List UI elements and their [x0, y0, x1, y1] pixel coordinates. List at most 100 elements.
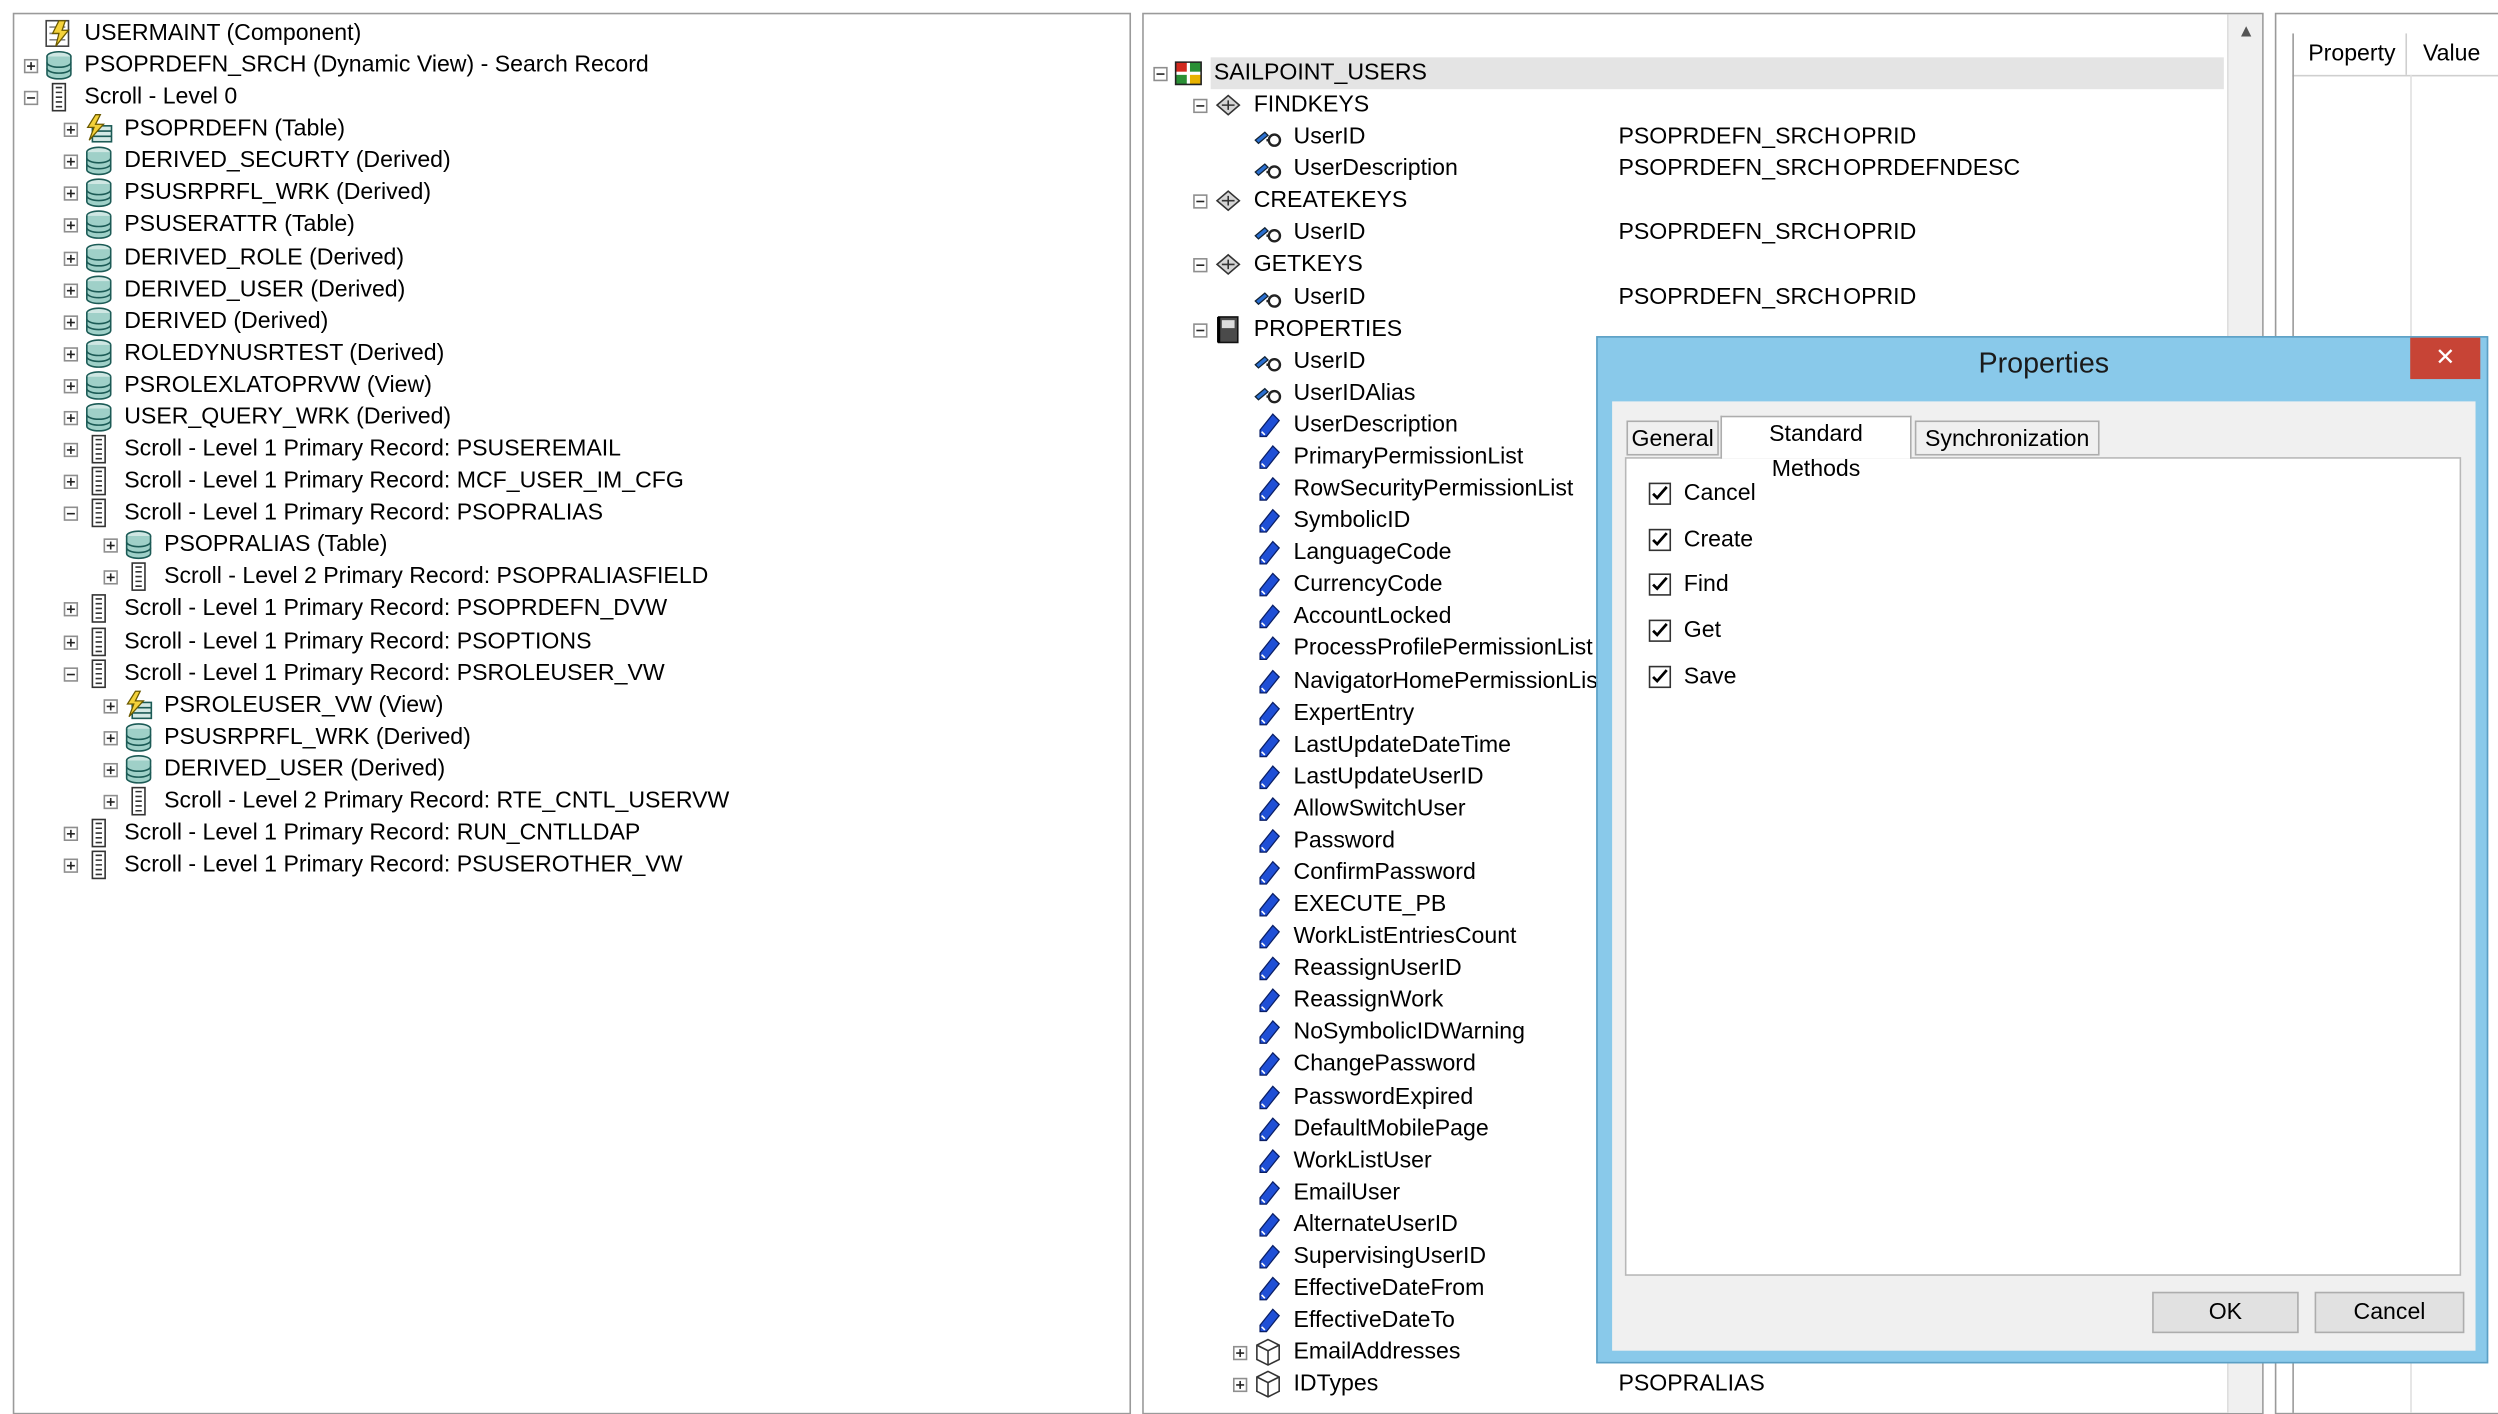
expand-icon[interactable] — [63, 826, 79, 841]
expand-icon[interactable] — [1232, 1346, 1248, 1361]
expand-icon[interactable] — [63, 250, 79, 266]
expand-icon[interactable] — [63, 218, 79, 234]
tree-row-findkeys[interactable]: FINDKEYS — [1144, 89, 2227, 121]
collapse-icon[interactable] — [63, 506, 79, 522]
value-column-header[interactable]: Value — [2410, 33, 2498, 74]
collapse-icon[interactable] — [1153, 66, 1168, 82]
method-get-checkbox[interactable] — [1648, 619, 1672, 643]
cancel-button[interactable]: Cancel — [2314, 1291, 2465, 1334]
method-create-checkbox[interactable] — [1648, 528, 1672, 551]
tab-synchronization[interactable]: Synchronization — [1914, 420, 2100, 456]
expand-icon[interactable] — [103, 762, 118, 778]
tree-row-scroll-level-0[interactable]: Scroll - Level 0 — [14, 81, 1129, 113]
expand-icon[interactable] — [103, 698, 118, 714]
tab-general[interactable]: General — [1626, 420, 1719, 456]
tree-row-scroll-level-1-primary-record-mcf-user-im-cfg[interactable]: Scroll - Level 1 Primary Record: MCF_USE… — [14, 465, 1129, 497]
property-column-header[interactable]: Property — [2292, 33, 2408, 75]
method-get[interactable]: Get — [1648, 615, 1968, 647]
tree-row-getkeys[interactable]: GETKEYS — [1144, 249, 2227, 281]
tree-row-scroll-level-1-primary-record-psroleuser-vw[interactable]: Scroll - Level 1 Primary Record: PSROLEU… — [14, 657, 1129, 689]
ok-button[interactable]: OK — [2152, 1291, 2299, 1334]
checkmark-icon — [1652, 623, 1668, 637]
db-icon — [83, 337, 115, 369]
scroll-up-arrow-icon[interactable]: ▲ — [2229, 14, 2262, 49]
collapse-icon[interactable] — [1193, 98, 1208, 114]
tree-row-label: Scroll - Level 1 Primary Record: PSOPTIO… — [124, 628, 592, 654]
tree-row-psusrprfl-wrk-derived[interactable]: PSUSRPRFL_WRK (Derived) — [14, 177, 1129, 209]
tree-row-idtypes[interactable]: IDTypes PSOPRALIAS — [1144, 1369, 2227, 1401]
expand-icon[interactable] — [63, 442, 79, 458]
tree-row-scroll-level-1-primary-record-psuserother-vw[interactable]: Scroll - Level 1 Primary Record: PSUSERO… — [14, 849, 1129, 881]
tree-row-psopralias-table[interactable]: PSOPRALIAS (Table) — [14, 529, 1129, 561]
expand-icon[interactable] — [63, 602, 79, 618]
method-find[interactable]: Find — [1648, 569, 1968, 601]
expand-icon[interactable] — [63, 186, 79, 202]
tree-row-label: DERIVED_USER (Derived) — [124, 276, 406, 303]
collapse-icon[interactable] — [1193, 322, 1208, 338]
tree-row-userid[interactable]: UserID PSOPRDEFN_SRCH OPRID — [1144, 281, 2227, 313]
tree-row-scroll-level-2-primary-record-psopraliasfield[interactable]: Scroll - Level 2 Primary Record: PSOPRAL… — [14, 561, 1129, 593]
tree-row-scroll-level-1-primary-record-psuseremail[interactable]: Scroll - Level 1 Primary Record: PSUSERE… — [14, 433, 1129, 465]
expand-icon[interactable] — [63, 474, 79, 490]
expand-icon[interactable] — [103, 730, 118, 746]
expand-icon[interactable] — [63, 346, 79, 362]
tree-row-label: EffectiveDateTo — [1293, 1307, 1455, 1334]
tree-row-label: Scroll - Level 1 Primary Record: PSOPRAL… — [124, 500, 604, 526]
tree-row-psoprdefn-table[interactable]: PSOPRDEFN (Table) — [14, 113, 1129, 145]
expand-icon[interactable] — [63, 378, 79, 394]
tree-row-label: UserID — [1293, 284, 1366, 310]
expand-icon[interactable] — [103, 538, 118, 554]
tree-row-psuserattr-table[interactable]: PSUSERATTR (Table) — [14, 209, 1129, 241]
tree-row-derived-securty-derived[interactable]: DERIVED_SECURTY (Derived) — [14, 145, 1129, 177]
tree-row-userdescription[interactable]: UserDescription PSOPRDEFN_SRCH OPRDEFNDESC — [1144, 153, 2227, 185]
expand-icon[interactable] — [63, 123, 79, 138]
expand-icon[interactable] — [63, 282, 79, 298]
tree-row-scroll-level-2-primary-record-rte-cntl-uservw[interactable]: Scroll - Level 2 Primary Record: RTE_CNT… — [14, 785, 1129, 817]
tree-row-label: DERIVED_USER (Derived) — [164, 756, 446, 782]
tree-row-userid[interactable]: UserID PSOPRDEFN_SRCH OPRID — [1144, 121, 2227, 153]
expand-icon[interactable] — [63, 314, 79, 330]
tree-row-psoprdefn-srch-dynamic-view-search-record[interactable]: PSOPRDEFN_SRCH (Dynamic View) - Search R… — [14, 50, 1129, 82]
tree-row-userid[interactable]: UserID PSOPRDEFN_SRCH OPRID — [1144, 217, 2227, 249]
collapse-icon[interactable] — [1193, 258, 1208, 274]
tree-row-derived-derived[interactable]: DERIVED (Derived) — [14, 305, 1129, 337]
collapse-icon[interactable] — [23, 91, 39, 106]
tree-row-scroll-level-1-primary-record-run-cntlldap[interactable]: Scroll - Level 1 Primary Record: RUN_CNT… — [14, 817, 1129, 849]
tree-row-derived-role-derived[interactable]: DERIVED_ROLE (Derived) — [14, 241, 1129, 273]
method-create[interactable]: Create — [1648, 524, 1968, 556]
expand-icon[interactable] — [1232, 1378, 1248, 1393]
tree-row-scroll-level-1-primary-record-psoprdefn-dvw[interactable]: Scroll - Level 1 Primary Record: PSOPRDE… — [14, 593, 1129, 625]
expand-icon[interactable] — [23, 59, 39, 74]
component-tree-pane[interactable]: USERMAINT (Component) PSOPRDEFN_SRCH (Dyn… — [12, 12, 1132, 1414]
tree-row-label: SymbolicID — [1293, 508, 1411, 534]
method-save-checkbox[interactable] — [1648, 665, 1672, 688]
expand-icon[interactable] — [63, 858, 79, 873]
method-cancel-checkbox[interactable] — [1648, 482, 1672, 505]
expand-icon[interactable] — [103, 794, 118, 809]
tree-row-psrolexlatoprvw-view[interactable]: PSROLEXLATOPRVW (View) — [14, 369, 1129, 401]
expand-icon[interactable] — [103, 570, 118, 586]
prop-icon — [1252, 1241, 1284, 1273]
method-save[interactable]: Save — [1648, 661, 1968, 693]
expand-icon[interactable] — [63, 154, 79, 170]
tree-row-usermaint-component[interactable]: USERMAINT (Component) — [14, 18, 1129, 50]
tree-row-derived-user-derived[interactable]: DERIVED_USER (Derived) — [14, 753, 1129, 785]
expand-icon[interactable] — [63, 410, 79, 426]
scroll-icon — [83, 497, 115, 529]
tree-row-scroll-level-1-primary-record-psoptions[interactable]: Scroll - Level 1 Primary Record: PSOPTIO… — [14, 625, 1129, 657]
tree-row-roledynusrtest-derived[interactable]: ROLEDYNUSRTEST (Derived) — [14, 337, 1129, 369]
collapse-icon[interactable] — [1193, 194, 1208, 210]
tree-row-scroll-level-1-primary-record-psopralias[interactable]: Scroll - Level 1 Primary Record: PSOPRAL… — [14, 497, 1129, 529]
close-button[interactable]: ✕ — [2410, 337, 2481, 380]
tab-standard-methods[interactable]: Standard Methods — [1720, 415, 1912, 483]
collapse-icon[interactable] — [63, 666, 79, 682]
tree-row-createkeys[interactable]: CREATEKEYS — [1144, 185, 2227, 217]
method-find-checkbox[interactable] — [1648, 574, 1672, 597]
tree-row-derived-user-derived[interactable]: DERIVED_USER (Derived) — [14, 273, 1129, 305]
tree-row-sailpoint-users[interactable]: SAILPOINT_USERS — [1144, 57, 2227, 90]
expand-icon[interactable] — [63, 634, 79, 650]
db-icon — [43, 50, 75, 82]
tree-row-psusrprfl-wrk-derived[interactable]: PSUSRPRFL_WRK (Derived) — [14, 721, 1129, 753]
tree-row-psroleuser-vw-view[interactable]: PSROLEUSER_VW (View) — [14, 689, 1129, 721]
tree-row-user-query-wrk-derived[interactable]: USER_QUERY_WRK (Derived) — [14, 401, 1129, 433]
